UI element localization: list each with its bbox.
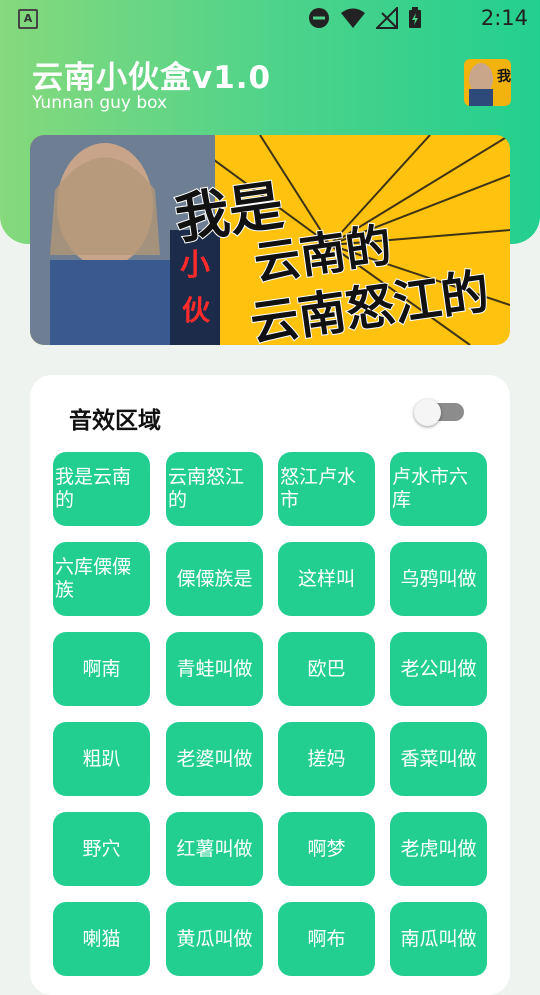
banner-image[interactable]: 小 伙 我是 云南的 云南怒江的 xyxy=(30,135,510,345)
sound-button[interactable]: 青蛙叫做 xyxy=(166,632,263,706)
sound-button[interactable]: 老虎叫做 xyxy=(390,812,487,886)
banner-badge-1: 小 xyxy=(180,248,210,283)
sound-button[interactable]: 乌鸦叫做 xyxy=(390,542,487,616)
sound-button[interactable]: 野穴 xyxy=(53,812,150,886)
sound-button[interactable]: 啊布 xyxy=(278,902,375,976)
sound-button[interactable]: 卢水市六库 xyxy=(390,452,487,526)
wifi-icon xyxy=(341,8,365,28)
do-not-disturb-icon xyxy=(309,8,329,28)
app-notification-icon: A xyxy=(18,9,38,29)
sound-button[interactable]: 欧巴 xyxy=(278,632,375,706)
sound-button[interactable]: 搓妈 xyxy=(278,722,375,796)
sound-toggle-switch[interactable] xyxy=(414,399,464,426)
sound-panel-title: 音效区域 xyxy=(69,408,161,434)
sound-button[interactable]: 这样叫 xyxy=(278,542,375,616)
avatar-label: 我 xyxy=(497,69,511,85)
battery-charging-icon xyxy=(409,7,421,28)
sound-button[interactable]: 啊南 xyxy=(53,632,150,706)
sound-button[interactable]: 喇猫 xyxy=(53,902,150,976)
sound-button[interactable]: 啊梦 xyxy=(278,812,375,886)
clock: 2:14 xyxy=(480,6,528,30)
sound-button[interactable]: 傈僳族是 xyxy=(166,542,263,616)
banner-badge-2: 伙 xyxy=(182,294,211,327)
sound-panel: 音效区域 我是云南的 云南怒江的 怒江卢水市 卢水市六库六库傈僳族 傈僳族是 这样叫 乌鸦叫… xyxy=(30,375,510,995)
sound-button[interactable]: 香菜叫做 xyxy=(390,722,487,796)
sound-button[interactable]: 南瓜叫做 xyxy=(390,902,487,976)
sound-button[interactable]: 老婆叫做 xyxy=(166,722,263,796)
no-signal-icon xyxy=(376,7,398,29)
app-title: 云南小伙盒v1.0 xyxy=(32,60,272,96)
sound-button[interactable]: 我是云南的 xyxy=(53,452,150,526)
status-bar: A 2:14 xyxy=(0,0,540,36)
sound-button[interactable]: 老公叫做 xyxy=(390,632,487,706)
banner-graphic: 小 伙 我是 云南的 云南怒江的 xyxy=(30,135,510,345)
sound-button[interactable]: 六库傈僳族 xyxy=(53,542,150,616)
sound-button[interactable]: 云南怒江的 xyxy=(166,452,263,526)
sound-button[interactable]: 粗趴 xyxy=(53,722,150,796)
sound-button[interactable]: 黄瓜叫做 xyxy=(166,902,263,976)
switch-thumb xyxy=(414,399,441,426)
sound-button[interactable]: 红薯叫做 xyxy=(166,812,263,886)
avatar-image: 我 xyxy=(464,59,511,106)
sound-button[interactable]: 怒江卢水市 xyxy=(278,452,375,526)
app-subtitle: Yunnan guy box xyxy=(32,93,168,113)
avatar[interactable]: 我 xyxy=(464,59,511,106)
